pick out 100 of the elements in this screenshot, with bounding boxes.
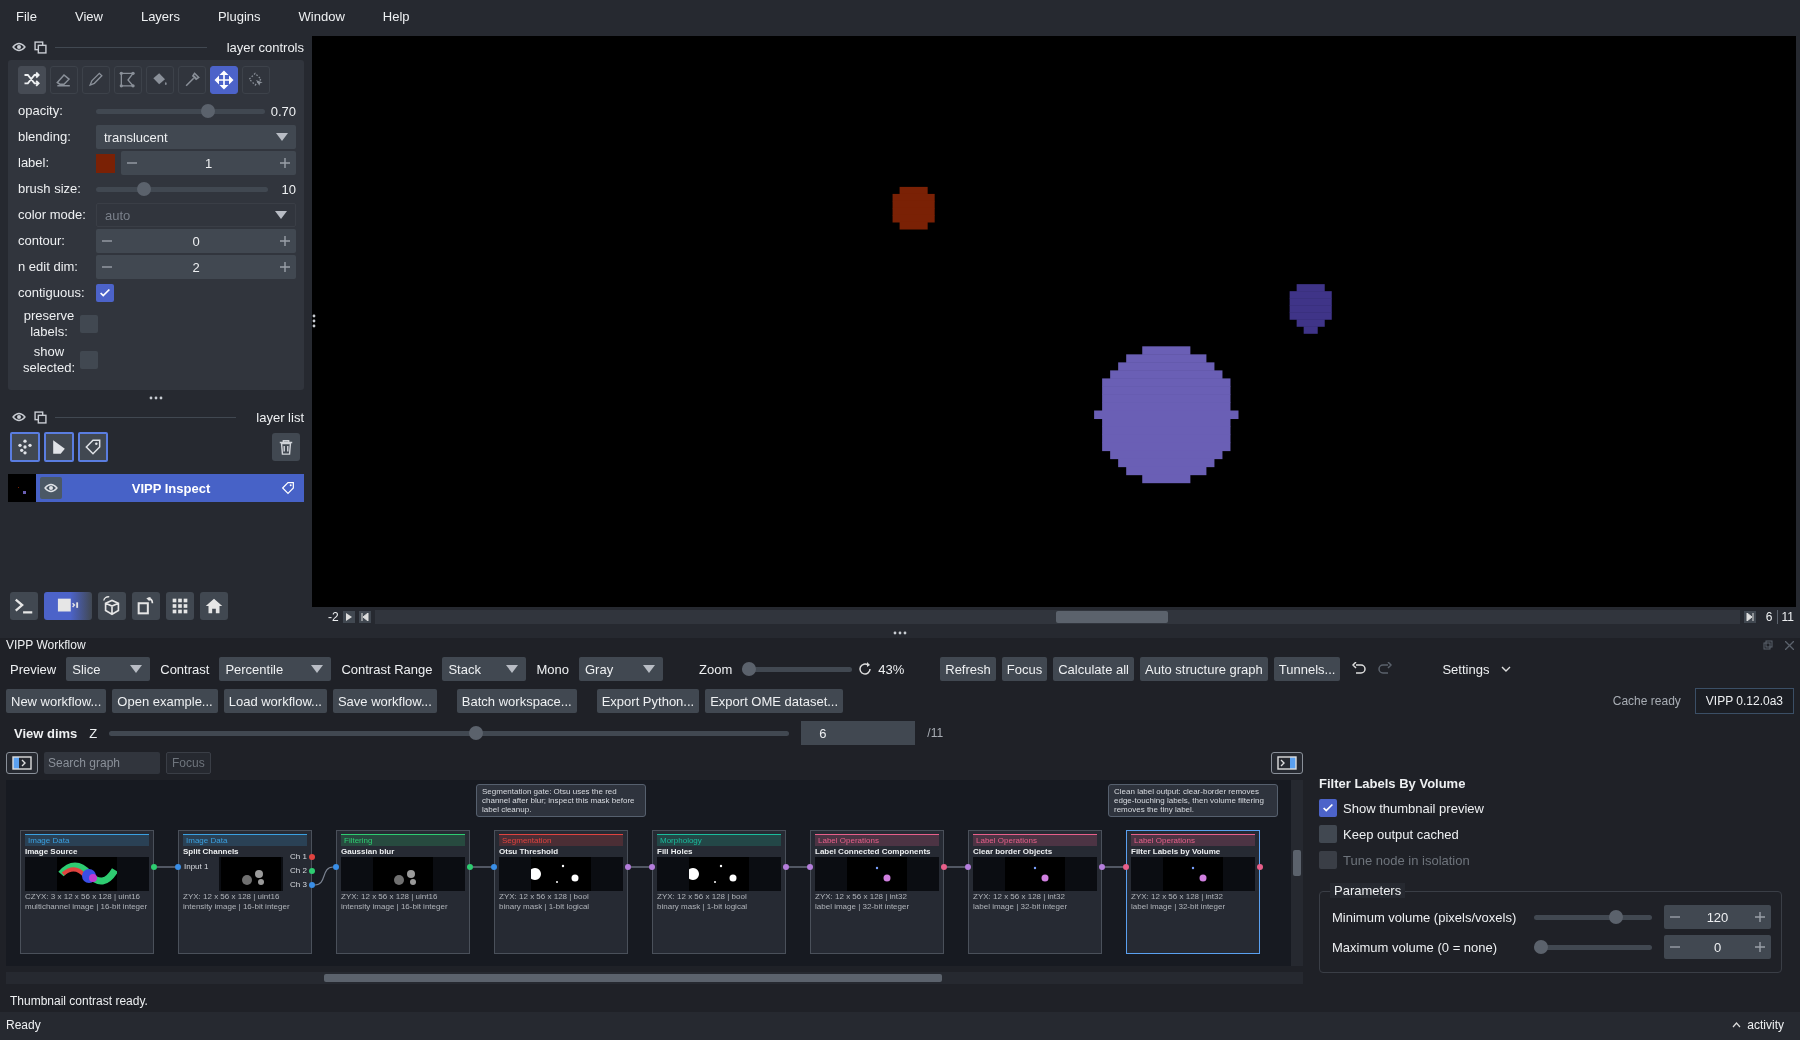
input-port[interactable] [649, 864, 655, 870]
node-card[interactable]: Label Operations Clear border Objects ZYX: 12 x 56 x 128 | int32 label image | 32-bit integer [968, 830, 1102, 954]
checkbox[interactable] [1319, 799, 1337, 817]
input-field[interactable]: 6 [801, 721, 916, 745]
activity-button[interactable]: activity [1732, 1018, 1784, 1032]
plus-icon[interactable] [280, 262, 290, 272]
tool-button[interactable] [146, 66, 174, 94]
first-frame-button[interactable] [358, 611, 371, 624]
spin-box[interactable]: 1 [121, 151, 296, 175]
spin-box[interactable]: 0 [96, 229, 296, 253]
file-button[interactable]: Open example... [112, 689, 218, 713]
menu-item[interactable]: View [74, 8, 123, 24]
dropdown[interactable]: Gray [579, 657, 663, 681]
plus-icon[interactable] [280, 236, 290, 246]
last-frame-button[interactable] [1743, 611, 1756, 624]
output-port[interactable] [467, 864, 473, 870]
input-port[interactable] [175, 864, 181, 870]
scrollbar[interactable] [6, 972, 1303, 984]
inspector-toggle[interactable] [1271, 752, 1303, 774]
new-layer-button[interactable] [10, 432, 40, 462]
tool-button[interactable] [50, 66, 78, 94]
layer-item[interactable]: VIPP Inspect [36, 474, 304, 502]
slider-thumb[interactable] [137, 182, 152, 196]
redo-icon[interactable] [1378, 662, 1393, 676]
node-card[interactable]: Morphology Fill Holes ZYX: 12 x 56 x 128 | bool binary mask | 1-bit logical [652, 830, 786, 954]
action-button[interactable]: Auto structure graph [1140, 657, 1268, 681]
dropdown[interactable]: Slice [66, 657, 151, 681]
dropdown[interactable]: translucent [96, 125, 296, 149]
spin-box[interactable]: 120 [1664, 905, 1771, 929]
visibility-toggle[interactable] [40, 477, 62, 499]
action-button[interactable]: Refresh [940, 657, 996, 681]
action-button[interactable]: Calculate all [1053, 657, 1134, 681]
slider-thumb[interactable] [1055, 611, 1168, 624]
new-layer-button[interactable] [78, 432, 108, 462]
tool-button[interactable] [178, 66, 206, 94]
file-button[interactable]: Batch workspace... [456, 689, 577, 713]
eye-icon[interactable] [44, 483, 58, 493]
viewer-button[interactable] [10, 592, 38, 620]
settings-menu[interactable]: Settings [1438, 661, 1516, 677]
sidebar-toggle[interactable] [6, 752, 38, 774]
output-port[interactable] [309, 854, 315, 860]
checkbox[interactable] [1319, 825, 1337, 843]
node-card[interactable]: Label Operations Label Connected Components ZYX: 12 x 56 x 128 | int32 label image | 32-bit integer [810, 830, 944, 954]
input-port[interactable] [965, 864, 971, 870]
checkbox[interactable] [96, 284, 114, 302]
file-button[interactable]: Export Python... [596, 689, 700, 713]
output-port[interactable] [151, 864, 157, 870]
dims-slider[interactable] [374, 610, 1740, 625]
search-field[interactable]: Search graph [44, 752, 160, 774]
menu-item[interactable]: Layers [140, 8, 200, 24]
action-button[interactable]: Focus [1001, 657, 1048, 681]
frame-rate[interactable]: -2 [328, 610, 339, 625]
play-button[interactable] [342, 611, 355, 624]
slider-thumb[interactable] [468, 726, 483, 740]
menu-item[interactable]: Window [298, 8, 365, 24]
viewer-button[interactable] [166, 592, 194, 620]
eye-icon[interactable] [12, 412, 26, 422]
dropdown[interactable]: Percentile [219, 657, 332, 681]
file-button[interactable]: Save workflow... [332, 689, 437, 713]
output-port[interactable] [783, 864, 789, 870]
node-card[interactable]: Segmentation Otsu Threshold ZYX: 12 x 56 x 128 | bool binary mask | 1-bit logical [494, 830, 628, 954]
node-card[interactable]: Filtering Gaussian blur ZYX: 12 x 56 x 128 | uint16 intensity image | 16-bit integer [336, 830, 470, 954]
spin-box[interactable]: 2 [96, 255, 296, 279]
float-icon[interactable] [34, 40, 47, 54]
scrollbar[interactable] [1291, 780, 1303, 966]
undo-icon[interactable] [1352, 662, 1367, 676]
viewer-button[interactable] [98, 592, 126, 620]
new-layer-button[interactable] [44, 432, 74, 462]
file-button[interactable]: Export OME dataset... [705, 689, 844, 713]
delete-button[interactable] [272, 433, 300, 461]
handle-icon[interactable] [149, 396, 163, 400]
slider-thumb[interactable] [742, 662, 757, 676]
viewer-button[interactable] [200, 592, 228, 620]
plus-icon[interactable] [280, 158, 290, 168]
plus-icon[interactable] [1755, 912, 1765, 922]
input-port[interactable] [491, 864, 497, 870]
eye-icon[interactable] [12, 42, 26, 52]
output-port[interactable] [941, 864, 947, 870]
file-button[interactable]: Load workflow... [223, 689, 327, 713]
slider-thumb[interactable] [1608, 910, 1623, 924]
plus-icon[interactable] [1755, 942, 1765, 952]
menu-item[interactable]: Plugins [217, 8, 281, 24]
node-card[interactable]: Image Data Image Source CZYX: 3 x 12 x 56 x 128 | uint16 multichannel image | 16-bit integer [20, 830, 154, 954]
tool-button[interactable] [18, 66, 46, 94]
slider-thumb[interactable] [1534, 940, 1548, 954]
output-port[interactable] [1257, 864, 1263, 870]
tool-button[interactable] [114, 66, 142, 94]
menu-item[interactable]: File [16, 8, 57, 24]
input-port[interactable] [807, 864, 813, 870]
close-icon[interactable] [1785, 640, 1794, 650]
dropdown[interactable]: Stack [442, 657, 527, 681]
tool-button[interactable] [82, 66, 110, 94]
reset-icon[interactable] [858, 662, 873, 676]
color-swatch[interactable] [96, 153, 115, 173]
slider-thumb[interactable] [201, 104, 216, 118]
output-port[interactable] [625, 864, 631, 870]
viewer-button[interactable] [44, 592, 92, 620]
input-port[interactable] [1123, 864, 1129, 870]
output-port[interactable] [309, 882, 315, 888]
viewer-button[interactable] [132, 592, 160, 620]
